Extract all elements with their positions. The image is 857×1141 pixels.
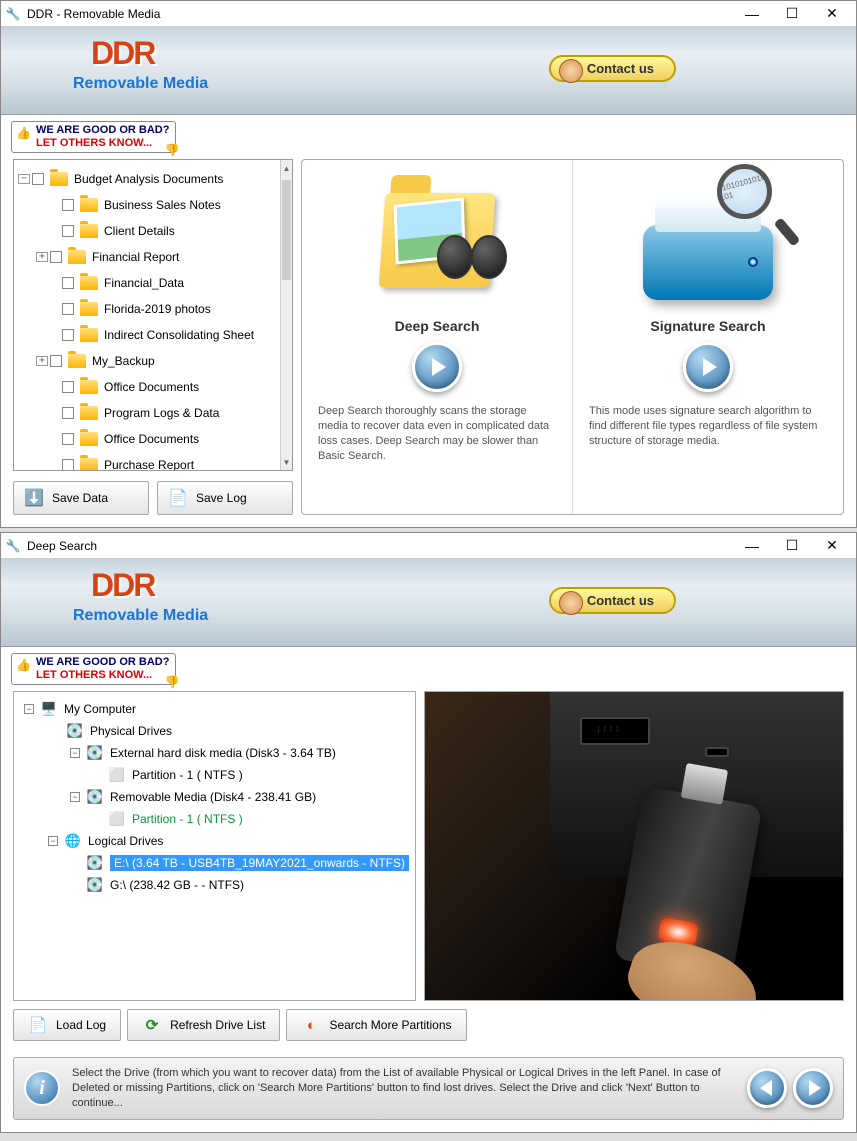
partition-icon: ⬜ bbox=[106, 768, 128, 782]
next-button[interactable] bbox=[793, 1068, 833, 1108]
drive-icon: 💽 bbox=[84, 856, 106, 870]
maximize-button[interactable]: ☐ bbox=[772, 2, 812, 26]
folder-label: Budget Analysis Documents bbox=[74, 172, 223, 186]
refresh-button[interactable]: ⟳ Refresh Drive List bbox=[127, 1009, 280, 1041]
drive-icon: 💽 bbox=[64, 724, 86, 738]
computer-icon: 🖥️ bbox=[38, 702, 60, 716]
logo: DDR bbox=[91, 35, 154, 72]
folder-icon bbox=[80, 406, 98, 420]
prev-button[interactable] bbox=[747, 1068, 787, 1108]
deep-search-window: 🔧 Deep Search — ☐ ✕ DDR Removable Media … bbox=[0, 532, 857, 1133]
logo: DDR bbox=[91, 567, 154, 604]
expand-icon[interactable]: − bbox=[18, 174, 30, 184]
folder-icon bbox=[80, 328, 98, 342]
folder-icon bbox=[50, 172, 68, 186]
banner-subtitle: Removable Media bbox=[73, 75, 208, 93]
refresh-icon: ⟳ bbox=[142, 1015, 162, 1035]
titlebar: 🔧 Deep Search — ☐ ✕ bbox=[1, 533, 856, 559]
folder-tree[interactable]: − Budget Analysis Documents Business Sal… bbox=[13, 159, 293, 471]
main-window: 🔧 DDR - Removable Media — ☐ ✕ DDR Remova… bbox=[0, 0, 857, 528]
collapse-icon[interactable]: − bbox=[48, 836, 58, 846]
download-icon: ⬇️ bbox=[24, 488, 44, 508]
load-log-button[interactable]: 📄 Load Log bbox=[13, 1009, 121, 1041]
folder-icon bbox=[80, 432, 98, 446]
signature-search-button[interactable] bbox=[683, 342, 733, 392]
folder-icon bbox=[80, 224, 98, 238]
banner-subtitle: Removable Media bbox=[73, 607, 208, 625]
window-title: Deep Search bbox=[27, 539, 732, 553]
log-icon: 📄 bbox=[28, 1015, 48, 1035]
drive-item[interactable]: 💽G:\ (238.42 GB - - NTFS) bbox=[20, 874, 409, 896]
log-icon: 📄 bbox=[168, 488, 188, 508]
checkbox[interactable] bbox=[32, 173, 44, 185]
folder-icon bbox=[80, 198, 98, 212]
drive-icon: 💽 bbox=[84, 746, 106, 760]
signature-search-card: Signature Search This mode uses signatur… bbox=[572, 160, 843, 514]
deep-search-card: Deep Search Deep Search thoroughly scans… bbox=[302, 160, 572, 514]
folder-icon bbox=[68, 354, 86, 368]
minimize-button[interactable]: — bbox=[732, 2, 772, 26]
scrollbar[interactable]: ▲ ▼ bbox=[280, 160, 292, 470]
signature-search-image bbox=[618, 170, 798, 310]
contact-button[interactable]: Contact us bbox=[549, 55, 676, 82]
feedback-badge[interactable]: WE ARE GOOD OR BAD? LET OTHERS KNOW... bbox=[11, 653, 176, 685]
logical-icon: 🌐 bbox=[62, 834, 84, 848]
signature-search-title: Signature Search bbox=[650, 318, 765, 334]
feedback-badge[interactable]: WE ARE GOOD OR BAD? LET OTHERS KNOW... bbox=[11, 121, 176, 153]
drive-item-selected[interactable]: 💽E:\ (3.64 TB - USB4TB_19MAY2021_onwards… bbox=[20, 852, 409, 874]
window-title: DDR - Removable Media bbox=[27, 7, 732, 21]
titlebar: 🔧 DDR - Removable Media — ☐ ✕ bbox=[1, 1, 856, 27]
preview-image bbox=[424, 691, 844, 1001]
collapse-icon[interactable]: − bbox=[24, 704, 34, 714]
close-button[interactable]: ✕ bbox=[812, 2, 852, 26]
maximize-button[interactable]: ☐ bbox=[772, 534, 812, 558]
drive-tree[interactable]: −🖥️My Computer 💽Physical Drives −💽Extern… bbox=[13, 691, 416, 1001]
save-data-button[interactable]: ⬇️ Save Data bbox=[13, 481, 149, 515]
search-icon: ◐ bbox=[301, 1015, 321, 1035]
signature-search-desc: This mode uses signature search algorith… bbox=[589, 404, 827, 449]
folder-icon bbox=[80, 302, 98, 316]
collapse-icon[interactable]: − bbox=[70, 748, 80, 758]
app-icon: 🔧 bbox=[5, 6, 21, 22]
collapse-icon[interactable]: − bbox=[70, 792, 80, 802]
folder-icon bbox=[80, 458, 98, 471]
deep-search-desc: Deep Search thoroughly scans the storage… bbox=[318, 404, 556, 463]
contact-button[interactable]: Contact us bbox=[549, 587, 676, 614]
folder-icon bbox=[80, 380, 98, 394]
search-more-button[interactable]: ◐ Search More Partitions bbox=[286, 1009, 466, 1041]
banner: DDR Removable Media Contact us bbox=[1, 559, 856, 647]
deep-search-image bbox=[347, 170, 527, 310]
deep-search-title: Deep Search bbox=[395, 318, 480, 334]
info-icon: i bbox=[24, 1070, 60, 1106]
app-icon: 🔧 bbox=[5, 538, 21, 554]
partition-icon: ⬜ bbox=[106, 812, 128, 826]
drive-icon: 💽 bbox=[84, 878, 106, 892]
drive-icon: 💽 bbox=[84, 790, 106, 804]
deep-search-button[interactable] bbox=[412, 342, 462, 392]
expand-icon[interactable]: + bbox=[36, 252, 48, 262]
banner: DDR Removable Media Contact us bbox=[1, 27, 856, 115]
folder-icon bbox=[80, 276, 98, 290]
info-text: Select the Drive (from which you want to… bbox=[72, 1066, 735, 1111]
info-bar: i Select the Drive (from which you want … bbox=[13, 1057, 844, 1120]
folder-icon bbox=[68, 250, 86, 264]
expand-icon[interactable]: + bbox=[36, 356, 48, 366]
save-log-button[interactable]: 📄 Save Log bbox=[157, 481, 293, 515]
minimize-button[interactable]: — bbox=[732, 534, 772, 558]
close-button[interactable]: ✕ bbox=[812, 534, 852, 558]
